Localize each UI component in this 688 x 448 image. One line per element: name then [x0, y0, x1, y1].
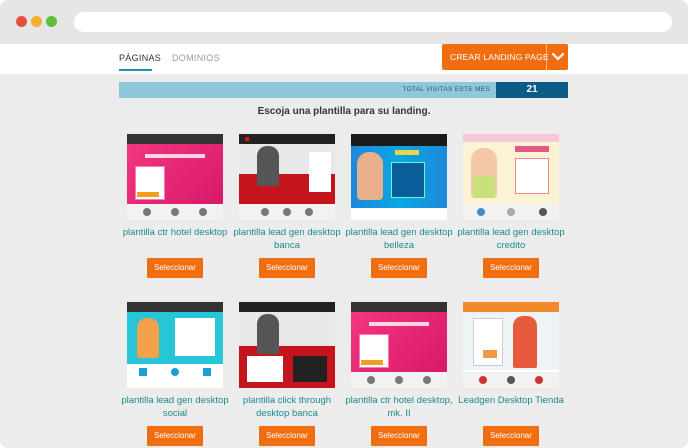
- template-name: plantilla lead gen desktop belleza: [345, 227, 453, 251]
- template-name: plantilla lead gen desktop social: [121, 395, 229, 419]
- page-subtitle: Escoja una plantilla para su landing.: [257, 106, 431, 117]
- template-name: plantilla ctr hotel desktop, mk. II: [345, 395, 453, 419]
- template-name: plantilla lead gen desktop credito: [457, 227, 565, 251]
- browser-chrome: [0, 0, 688, 44]
- visits-bar: TOTAL VISITAS ESTE MES: [119, 82, 496, 98]
- template-thumbnail-hotel[interactable]: [127, 134, 223, 220]
- page-content: PÁGINAS DOMINIOS CREAR LANDING PAGE TOTA…: [0, 44, 688, 448]
- select-template-button[interactable]: Seleccionar: [483, 258, 539, 278]
- select-template-button[interactable]: Seleccionar: [147, 426, 203, 446]
- template-thumbnail-belleza[interactable]: [351, 134, 447, 220]
- top-navbar: PÁGINAS DOMINIOS CREAR LANDING PAGE: [0, 44, 688, 74]
- create-landing-page-button[interactable]: CREAR LANDING PAGE: [442, 44, 568, 70]
- address-bar[interactable]: [74, 12, 672, 32]
- chevron-down-icon[interactable]: [550, 48, 566, 64]
- visits-label: TOTAL VISITAS ESTE MES: [402, 86, 490, 93]
- template-name: plantilla click through desktop banca: [242, 395, 332, 419]
- button-divider: [546, 44, 547, 70]
- select-template-button[interactable]: Seleccionar: [259, 258, 315, 278]
- template-thumbnail-click-through-banca[interactable]: [239, 302, 335, 388]
- select-template-button[interactable]: Seleccionar: [259, 426, 315, 446]
- maximize-window-dot[interactable]: [46, 16, 57, 27]
- visits-count: 21: [496, 82, 568, 98]
- template-name: Leadgen Desktop Tienda: [458, 395, 564, 406]
- select-template-button[interactable]: Seleccionar: [483, 426, 539, 446]
- tab-dominios[interactable]: DOMINIOS: [172, 53, 220, 63]
- template-name: plantilla lead gen desktop banca: [233, 227, 341, 251]
- template-thumbnail-social[interactable]: [127, 302, 223, 388]
- select-template-button[interactable]: Seleccionar: [371, 258, 427, 278]
- template-thumbnail-banca[interactable]: [239, 134, 335, 220]
- template-name: plantilla ctr hotel desktop: [122, 227, 228, 238]
- template-thumbnail-tienda[interactable]: [463, 302, 559, 388]
- tab-paginas[interactable]: PÁGINAS: [119, 53, 161, 63]
- template-thumbnail-hotel-mk2[interactable]: [351, 302, 447, 388]
- select-template-button[interactable]: Seleccionar: [371, 426, 427, 446]
- browser-window: PÁGINAS DOMINIOS CREAR LANDING PAGE TOTA…: [0, 0, 688, 448]
- close-window-dot[interactable]: [16, 16, 27, 27]
- minimize-window-dot[interactable]: [31, 16, 42, 27]
- template-thumbnail-credito[interactable]: [463, 134, 559, 220]
- select-template-button[interactable]: Seleccionar: [147, 258, 203, 278]
- active-tab-indicator: [119, 69, 152, 71]
- create-landing-page-label: CREAR LANDING PAGE: [450, 52, 549, 62]
